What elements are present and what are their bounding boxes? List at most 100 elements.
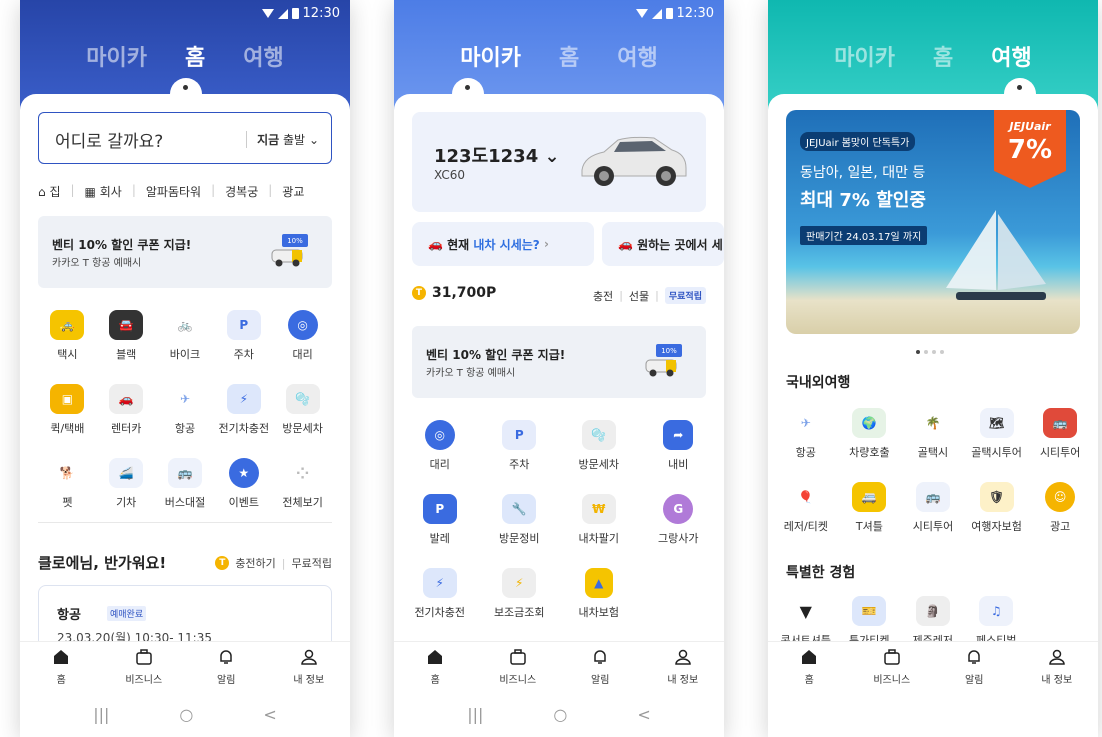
service-parking[interactable]: P 주차 (214, 310, 273, 362)
service-carwash[interactable]: 🫧 방문세차 (273, 384, 332, 436)
nav-business[interactable]: 비즈니스 (477, 642, 560, 691)
quick-office[interactable]: ▦ 회사 (85, 183, 122, 200)
tab-travel[interactable]: 여행 (243, 40, 283, 72)
service-rentcar[interactable]: 🚗 렌터카 (97, 384, 156, 436)
service-sell-car[interactable]: ₩ 내차팔기 (559, 494, 639, 546)
service-ad[interactable]: ☺ 광고 (1028, 482, 1092, 534)
nav-profile[interactable]: 내 정보 (642, 642, 725, 691)
free-points-badge[interactable]: 무료적립 (664, 287, 706, 304)
free-points-link[interactable]: 무료적립 (292, 555, 332, 571)
carousel-dot[interactable] (940, 350, 944, 354)
service-carwash[interactable]: 🫧 방문세차 (559, 420, 639, 472)
tab-mycar[interactable]: 마이카 (834, 40, 895, 72)
service-city-tour[interactable]: 🚌 시티투어 (1028, 408, 1092, 460)
carousel-dot[interactable] (916, 350, 920, 354)
back-button[interactable]: < (263, 705, 276, 724)
service-flight[interactable]: ✈ 항공 (774, 408, 838, 460)
service-black[interactable]: 🚘 블랙 (97, 310, 156, 362)
service-ev-charge[interactable]: ⚡ 전기차충전 (400, 568, 480, 620)
service-leisure[interactable]: 🎈 레저/티켓 (774, 482, 838, 534)
service-grandsaga[interactable]: G 그랑사가 (639, 494, 719, 546)
charge-link[interactable]: 충전하기 (235, 555, 275, 571)
service-subsidy[interactable]: ⚡ 보조금조회 (480, 568, 560, 620)
house-icon: ⌂ (38, 185, 46, 199)
quick-alphadom[interactable]: 알파돔타워 (146, 183, 201, 200)
service-delivery[interactable]: ▣ 퀵/택배 (38, 384, 97, 436)
service-event[interactable]: ★ 이벤트 (214, 458, 273, 510)
service-valet[interactable]: P 발레 (400, 494, 480, 546)
gift-link[interactable]: 선물 (629, 288, 649, 304)
nav-profile[interactable]: 내 정보 (1016, 642, 1099, 691)
service-insurance[interactable]: ▲ 내차보험 (559, 568, 639, 620)
tab-home[interactable]: 홈 (185, 40, 205, 72)
service-driver[interactable]: ◎ 대리 (400, 420, 480, 472)
recents-button[interactable]: ||| (467, 705, 483, 724)
nav-business[interactable]: 비즈니스 (851, 642, 934, 691)
tab-home[interactable]: 홈 (559, 40, 579, 72)
service-all[interactable]: ⁘ 전체보기 (273, 458, 332, 510)
tools-icon: 🔧 (502, 494, 537, 524)
service-bus-charter[interactable]: 🚌 버스대절 (156, 458, 215, 510)
service-overseas-ride[interactable]: 🌍 차량호출 (838, 408, 902, 460)
coupon-banner[interactable]: 벤티 10% 할인 쿠폰 지급! 카카오 T 항공 예매시 10% (412, 326, 706, 398)
tab-home[interactable]: 홈 (933, 40, 953, 72)
tab-mycar[interactable]: 마이카 (460, 40, 521, 72)
service-bike[interactable]: 🚲 바이크 (156, 310, 215, 362)
tab-mycar[interactable]: 마이카 (86, 40, 147, 72)
charge-link[interactable]: 충전 (593, 288, 613, 304)
coupon-car-icon: 10% (645, 344, 682, 377)
service-driver[interactable]: ◎ 대리 (273, 310, 332, 362)
tab-travel[interactable]: 여행 (991, 40, 1031, 72)
nav-home[interactable]: 홈 (394, 642, 477, 691)
promo-period: 판매기간 24.03.17일 까지 (800, 226, 928, 245)
nav-alerts[interactable]: 알림 (559, 642, 642, 691)
coupon-banner[interactable]: 벤티 10% 할인 쿠폰 지급! 카카오 T 항공 예매시 10% (38, 216, 332, 288)
carousel-dot[interactable] (924, 350, 928, 354)
nav-alerts[interactable]: 알림 (185, 642, 268, 691)
service-navi[interactable]: ➦ 내비 (639, 420, 719, 472)
service-maintenance[interactable]: 🔧 방문정비 (480, 494, 560, 546)
destination-search[interactable]: 어디로 갈까요? 지금 출발 ⌄ (38, 112, 332, 164)
service-pet[interactable]: 🐕 펫 (38, 458, 97, 510)
service-golf-taxi[interactable]: 🌴 골택시 (901, 408, 965, 460)
car-card[interactable]: 123도1234 ⌄ XC60 (412, 112, 706, 212)
car-price-chip[interactable]: 🚗 현재 내차 시세는? › (412, 222, 594, 266)
system-nav: ||| ○ < (394, 691, 724, 737)
battery-icon (665, 8, 673, 19)
home-system-button[interactable]: ○ (553, 705, 567, 724)
service-train[interactable]: 🚄 기차 (97, 458, 156, 510)
parking-icon: P (502, 420, 537, 450)
departure-time-select[interactable]: 지금 출발 ⌄ (246, 131, 319, 148)
service-parking[interactable]: P 주차 (480, 420, 560, 472)
service-flight[interactable]: ✈ 항공 (156, 384, 215, 436)
nav-home[interactable]: 홈 (768, 642, 851, 691)
quick-gwanggyo[interactable]: 광교 (282, 183, 304, 200)
promo-banner[interactable]: JEJUair 봄맞이 단독특가 동남아, 일본, 대만 등 최대 7% 할인중… (786, 110, 1080, 334)
nav-profile[interactable]: 내 정보 (268, 642, 351, 691)
nav-business[interactable]: 비즈니스 (103, 642, 186, 691)
car-plate[interactable]: 123도1234 ⌄ (434, 142, 560, 168)
service-taxi[interactable]: 🚕 택시 (38, 310, 97, 362)
carwash-chip[interactable]: 🚗 원하는 곳에서 세 (602, 222, 724, 266)
tab-travel[interactable]: 여행 (617, 40, 657, 72)
service-golf-tour[interactable]: 🗺 골택시투어 (965, 408, 1029, 460)
service-ev-charge[interactable]: ⚡ 전기차충전 (214, 384, 273, 436)
point-actions: 충전 | 선물 | 무료적립 (593, 287, 706, 304)
quick-home[interactable]: ⌂ 집 (38, 183, 61, 200)
nav-label: 홈 (430, 675, 440, 686)
nav-home[interactable]: 홈 (20, 642, 103, 691)
point-actions: T 충전하기 | 무료적립 (215, 555, 332, 571)
bottom-nav: 홈 비즈니스 알림 내 정보 (394, 641, 724, 691)
nav-alerts[interactable]: 알림 (933, 642, 1016, 691)
carousel-dot[interactable] (932, 350, 936, 354)
service-travel-insurance[interactable]: 🛡 여행자보험 (965, 482, 1029, 534)
back-button[interactable]: < (637, 705, 650, 724)
recents-button[interactable]: ||| (93, 705, 109, 724)
service-label: 버스대절 (164, 496, 206, 509)
service-city-tour-2[interactable]: 🚌 시티투어 (901, 482, 965, 534)
service-grid: 🚕 택시 🚘 블랙 🚲 바이크 P 주차 ◎ 대리 ▣ 퀵/택배 🚗 렌터카 ✈ 항공 ⚡ 전기차… (38, 310, 332, 510)
home-system-button[interactable]: ○ (179, 705, 193, 724)
service-t-shuttle[interactable]: 🚐 T셔틀 (838, 482, 902, 534)
quick-gyeongbokgung[interactable]: 경복궁 (225, 183, 258, 200)
ev-charger-icon: ⚡ (422, 568, 457, 598)
